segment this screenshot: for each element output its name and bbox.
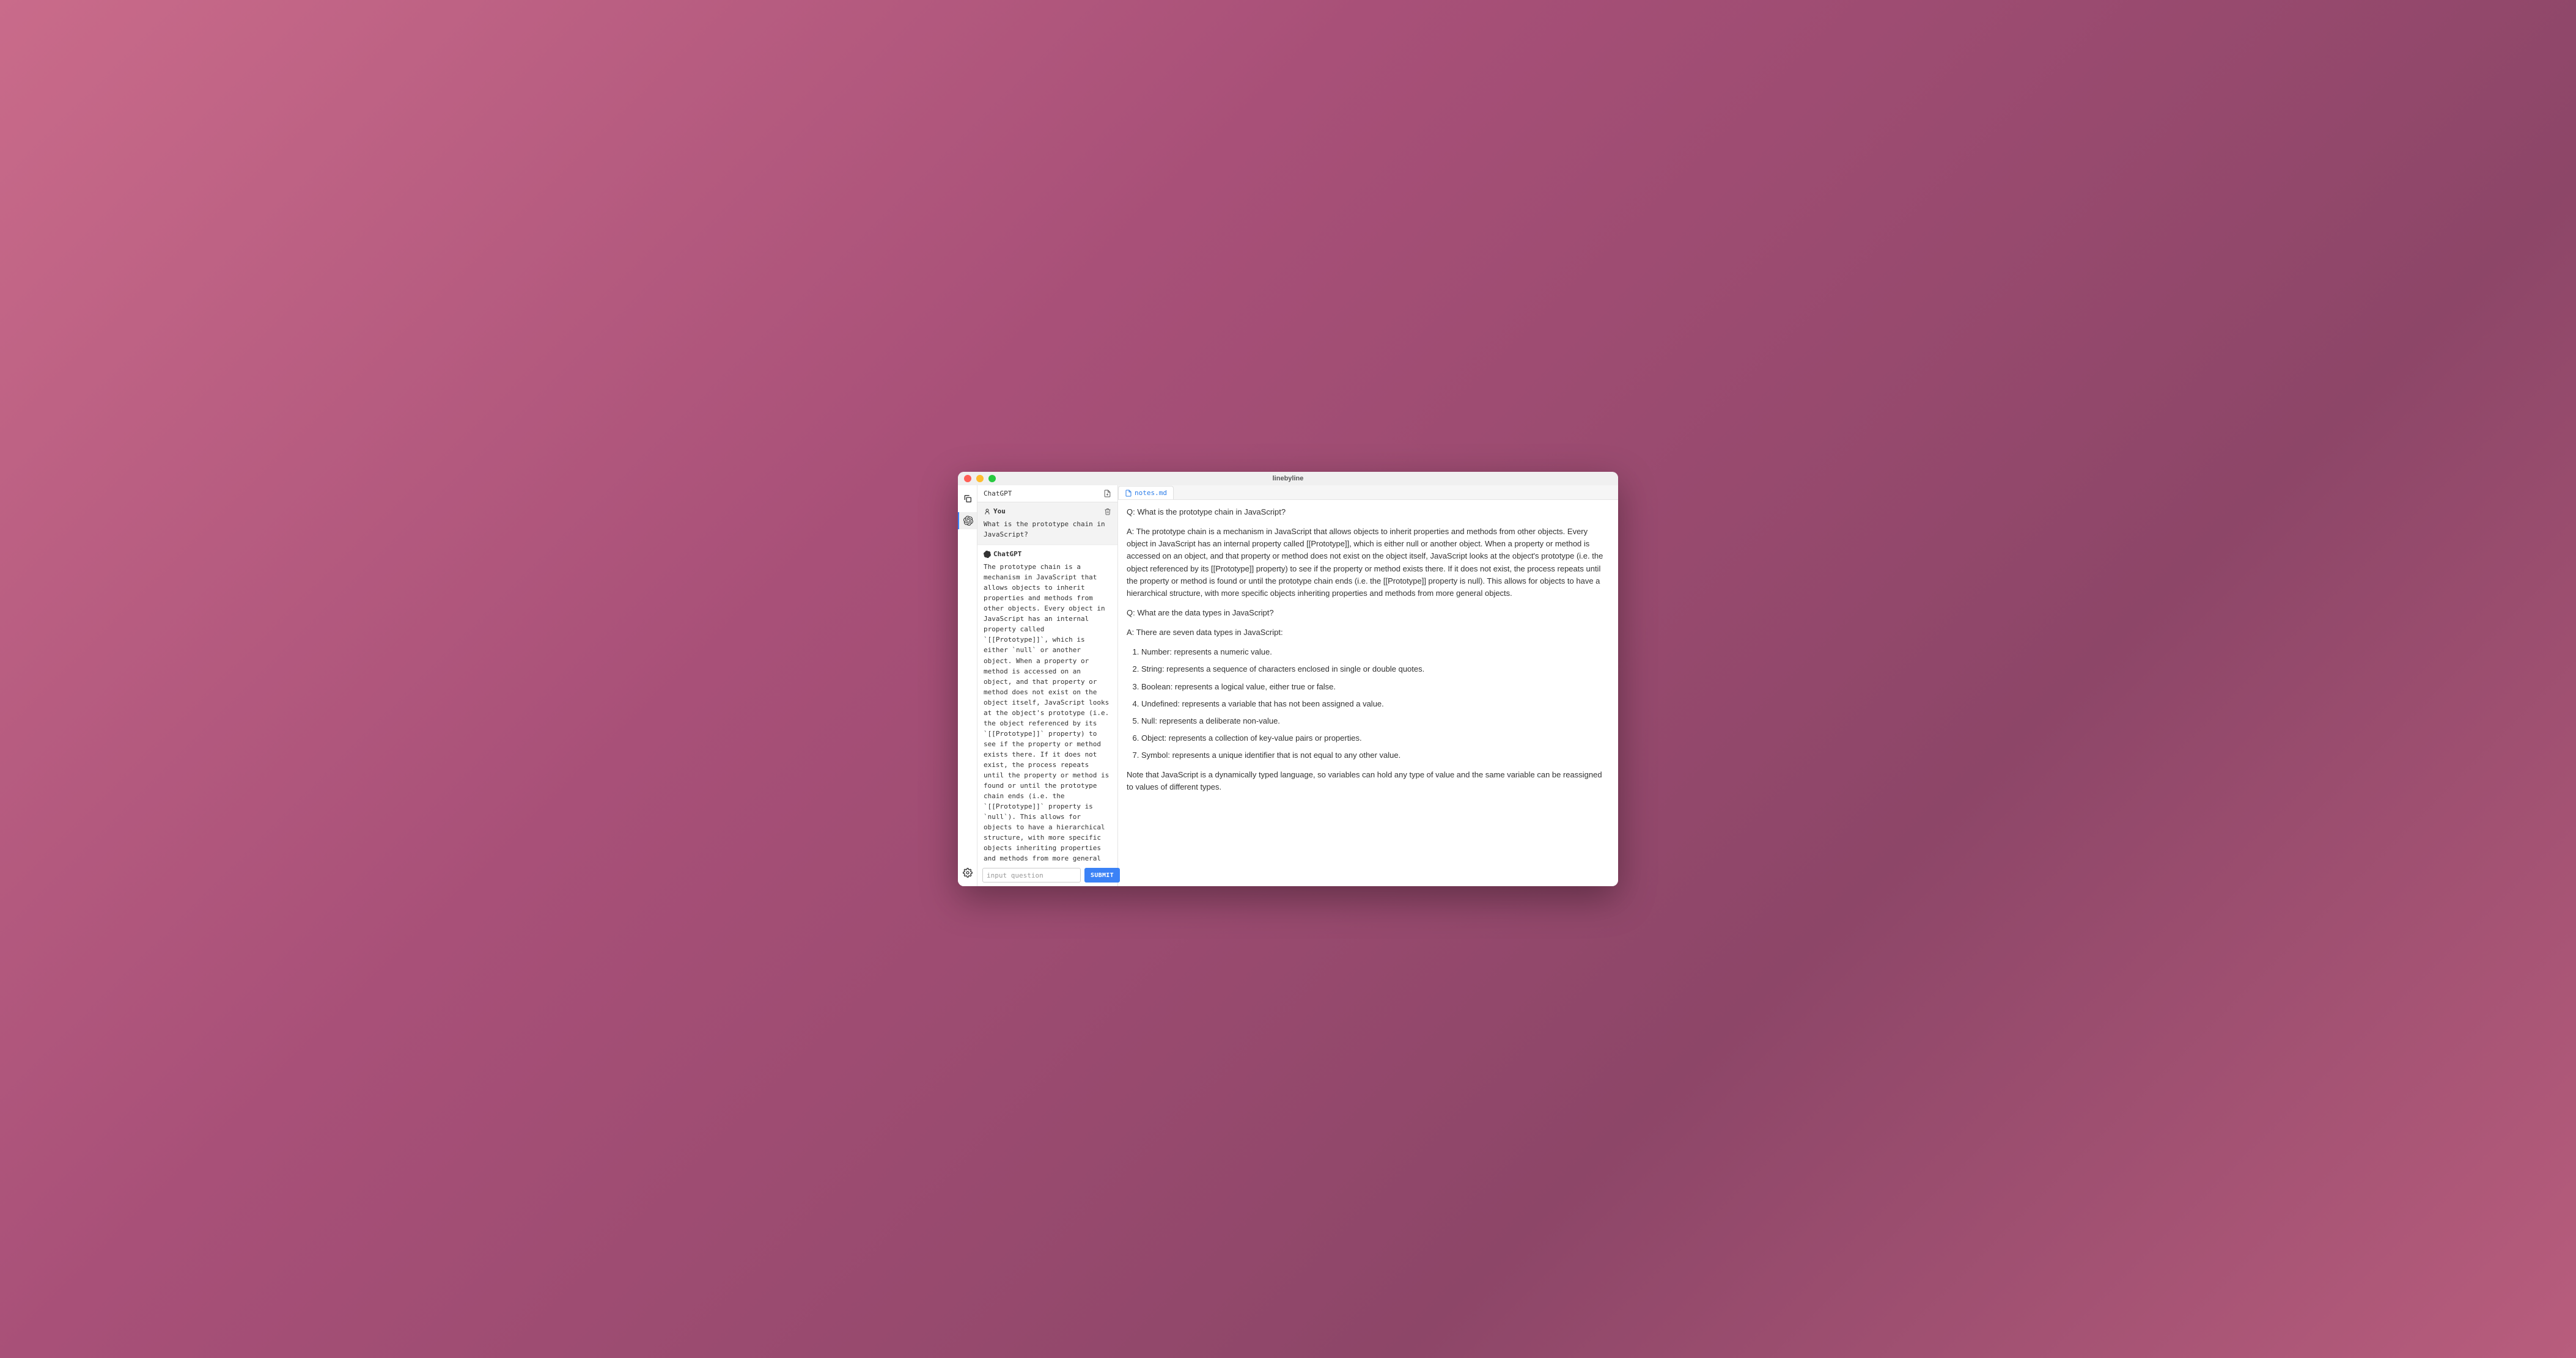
author-label: You <box>993 507 1006 515</box>
app-window: linebyline ChatGPT <box>958 472 1618 886</box>
chat-input-row: SUBMIT <box>977 864 1117 886</box>
activity-bar <box>958 485 977 886</box>
file-icon <box>1125 490 1132 497</box>
doc-note: Note that JavaScript is a dynamically ty… <box>1127 769 1610 793</box>
chatgpt-icon[interactable] <box>958 512 977 529</box>
list-item: Number: represents a numeric value. <box>1141 646 1610 658</box>
list-item: Undefined: represents a variable that ha… <box>1141 698 1610 710</box>
app-body: ChatGPT You What i <box>958 485 1618 886</box>
traffic-lights <box>958 475 996 482</box>
chat-panel-title: ChatGPT <box>984 490 1012 497</box>
message-author: You <box>984 507 1006 515</box>
chatgpt-small-icon <box>984 551 991 558</box>
titlebar[interactable]: linebyline <box>958 472 1618 485</box>
submit-button[interactable]: SUBMIT <box>1084 868 1120 883</box>
tab-bar: notes.md <box>1118 485 1618 500</box>
minimize-window-button[interactable] <box>976 475 984 482</box>
list-item: String: represents a sequence of charact… <box>1141 663 1610 675</box>
message-body: What is the prototype chain in JavaScrip… <box>984 519 1111 540</box>
chat-message-assistant: ChatGPT The prototype chain is a mechani… <box>977 545 1117 864</box>
doc-a1: A: The prototype chain is a mechanism in… <box>1127 526 1610 600</box>
close-window-button[interactable] <box>964 475 971 482</box>
document-content[interactable]: Q: What is the prototype chain in JavaSc… <box>1118 500 1618 886</box>
user-icon <box>984 508 991 515</box>
copy-icon[interactable] <box>959 490 976 507</box>
tab-filename: notes.md <box>1135 489 1167 497</box>
list-item: Object: represents a collection of key-v… <box>1141 732 1610 744</box>
author-label: ChatGPT <box>993 550 1021 558</box>
message-body: The prototype chain is a mechanism in Ja… <box>984 562 1111 864</box>
doc-a2: A: There are seven data types in JavaScr… <box>1127 626 1610 639</box>
new-chat-icon[interactable] <box>1103 490 1111 497</box>
chat-messages[interactable]: You What is the prototype chain in JavaS… <box>977 502 1117 864</box>
doc-q2: Q: What are the data types in JavaScript… <box>1127 607 1610 619</box>
message-author: ChatGPT <box>984 550 1021 558</box>
settings-icon[interactable] <box>959 864 976 881</box>
maximize-window-button[interactable] <box>988 475 996 482</box>
doc-types-list: Number: represents a numeric value. Stri… <box>1127 646 1610 762</box>
chat-panel: ChatGPT You What i <box>977 485 1118 886</box>
chat-panel-header: ChatGPT <box>977 485 1117 502</box>
chat-message-user: You What is the prototype chain in JavaS… <box>977 502 1117 545</box>
list-item: Symbol: represents a unique identifier t… <box>1141 749 1610 762</box>
question-input[interactable] <box>982 868 1081 883</box>
doc-q1: Q: What is the prototype chain in JavaSc… <box>1127 506 1610 518</box>
list-item: Null: represents a deliberate non-value. <box>1141 715 1610 727</box>
editor-area: notes.md Q: What is the prototype chain … <box>1118 485 1618 886</box>
list-item: Boolean: represents a logical value, eit… <box>1141 681 1610 693</box>
delete-message-icon[interactable] <box>1104 508 1111 515</box>
tab-notes[interactable]: notes.md <box>1118 486 1174 499</box>
window-title: linebyline <box>1273 475 1304 482</box>
